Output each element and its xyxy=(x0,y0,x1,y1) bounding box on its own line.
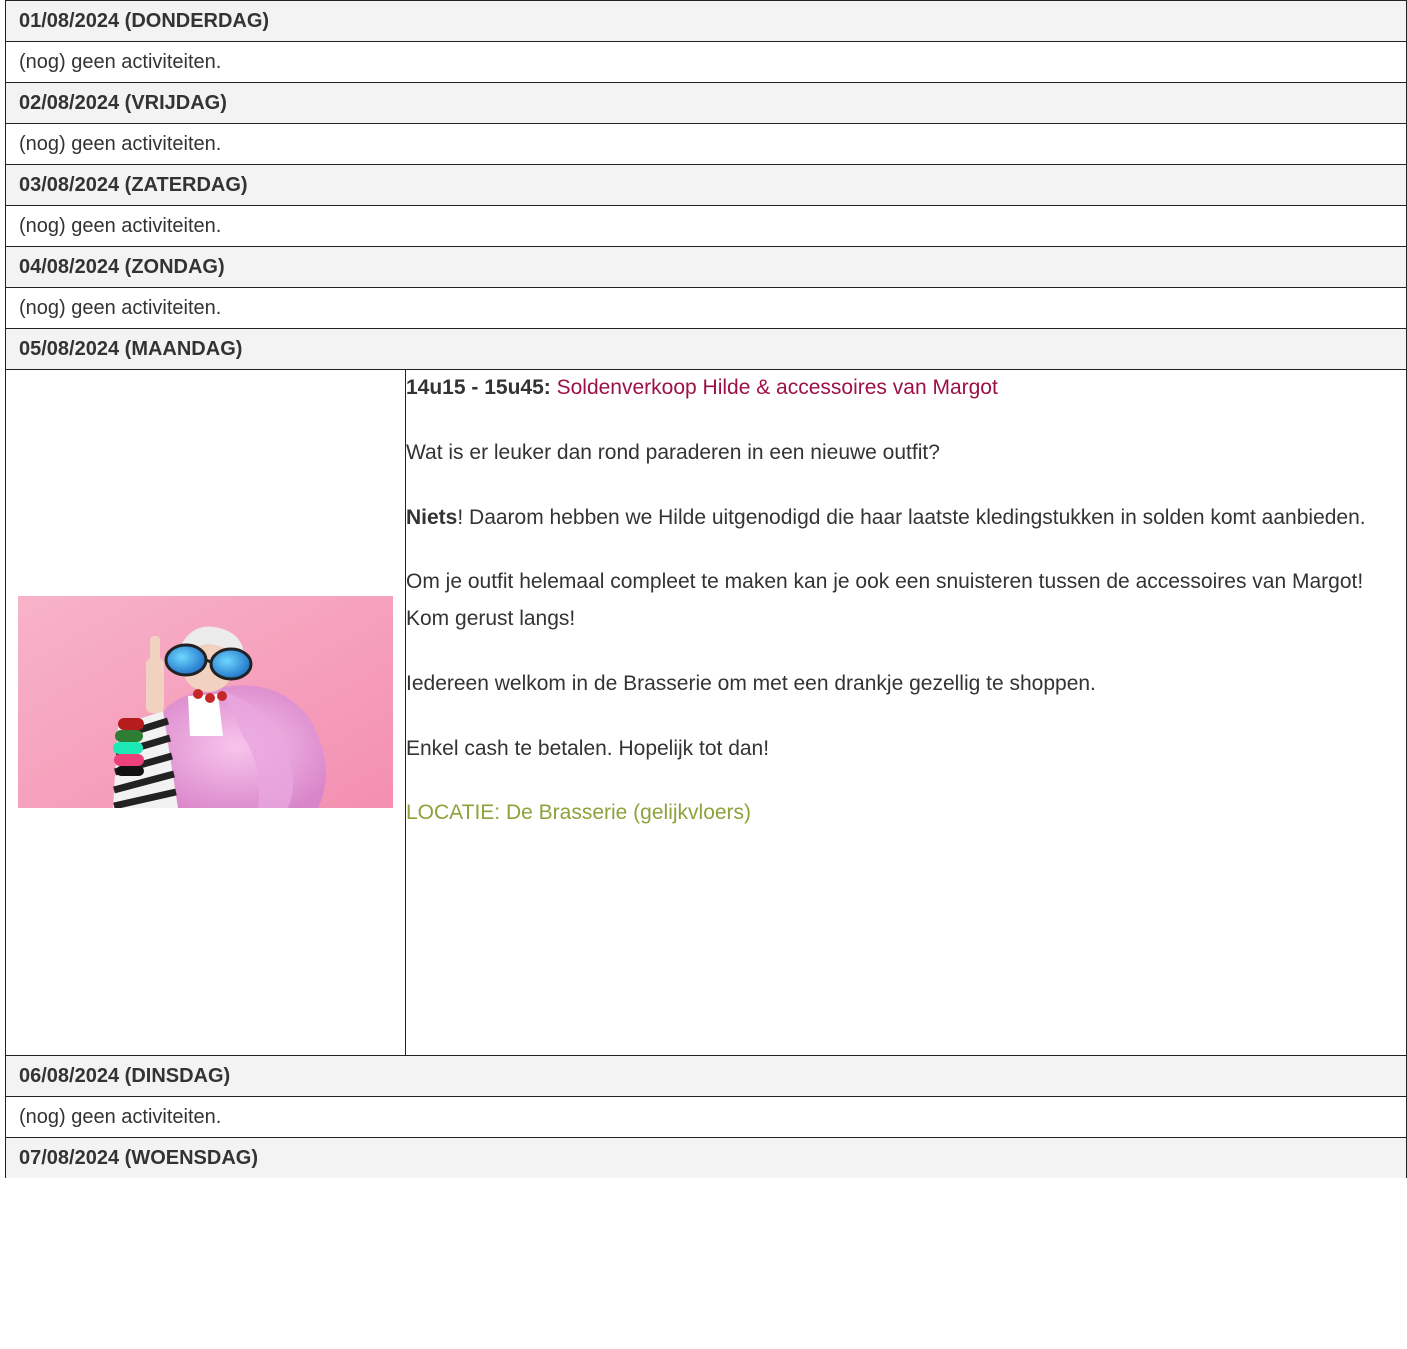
day-header-row: 01/08/2024 (DONDERDAG) xyxy=(5,0,1407,42)
no-activities-text: (nog) geen activiteiten. xyxy=(5,41,1407,83)
day-empty-row: (nog) geen activiteiten. xyxy=(5,287,1407,329)
day-header-row: 04/08/2024 (ZONDAG) xyxy=(5,246,1407,288)
day-header-row: 05/08/2024 (MAANDAG) xyxy=(5,328,1407,370)
day-empty-row: (nog) geen activiteiten. xyxy=(5,41,1407,83)
day-header: 02/08/2024 (VRIJDAG) xyxy=(5,82,1407,124)
day-header: 01/08/2024 (DONDERDAG) xyxy=(5,0,1407,42)
event-heading: 14u15 - 15u45: Soldenverkoop Hilde & acc… xyxy=(406,370,1406,407)
event-bold-text: Niets xyxy=(406,505,458,529)
event-location: LOCATIE: De Brasserie (gelijkvloers) xyxy=(406,801,752,825)
event-paragraph: Enkel cash te betalen. Hopelijk tot dan! xyxy=(406,736,770,760)
event-paragraph: Iedereen welkom in de Brasserie om met e… xyxy=(406,671,1096,695)
day-header-row: 07/08/2024 (WOENSDAG) xyxy=(5,1137,1407,1178)
day-empty-row: (nog) geen activiteiten. xyxy=(5,205,1407,247)
no-activities-text: (nog) geen activiteiten. xyxy=(5,123,1407,165)
no-activities-text: (nog) geen activiteiten. xyxy=(5,205,1407,247)
day-header: 05/08/2024 (MAANDAG) xyxy=(5,328,1407,370)
day-header-row: 02/08/2024 (VRIJDAG) xyxy=(5,82,1407,124)
agenda-table: 01/08/2024 (DONDERDAG) (nog) geen activi… xyxy=(5,0,1407,1178)
event-details: 14u15 - 15u45: Soldenverkoop Hilde & acc… xyxy=(405,369,1407,1056)
no-activities-text: (nog) geen activiteiten. xyxy=(5,287,1407,329)
event-time: 14u15 - 15u45: xyxy=(406,376,551,399)
day-empty-row: (nog) geen activiteiten. xyxy=(5,123,1407,165)
event-photo xyxy=(18,596,393,808)
day-header-row: 03/08/2024 (ZATERDAG) xyxy=(5,164,1407,206)
day-header: 04/08/2024 (ZONDAG) xyxy=(5,246,1407,288)
event-row: 14u15 - 15u45: Soldenverkoop Hilde & acc… xyxy=(5,369,1407,1056)
event-image-cell xyxy=(5,369,406,1056)
event-title-link[interactable]: Soldenverkoop Hilde & accessoires van Ma… xyxy=(557,376,998,399)
day-header: 07/08/2024 (WOENSDAG) xyxy=(5,1137,1407,1178)
event-paragraph: Wat is er leuker dan rond paraderen in e… xyxy=(406,440,940,464)
day-header-row: 06/08/2024 (DINSDAG) xyxy=(5,1055,1407,1097)
day-header: 06/08/2024 (DINSDAG) xyxy=(5,1055,1407,1097)
event-paragraph-text: ! Daarom hebben we Hilde uitgenodigd die… xyxy=(457,505,1366,529)
day-header: 03/08/2024 (ZATERDAG) xyxy=(5,164,1407,206)
no-activities-text: (nog) geen activiteiten. xyxy=(5,1096,1407,1138)
event-paragraph: Niets! Daarom hebben we Hilde uitgenodig… xyxy=(406,500,1406,537)
event-paragraph: Om je outfit helemaal compleet te maken … xyxy=(406,570,1364,630)
day-empty-row: (nog) geen activiteiten. xyxy=(5,1096,1407,1138)
